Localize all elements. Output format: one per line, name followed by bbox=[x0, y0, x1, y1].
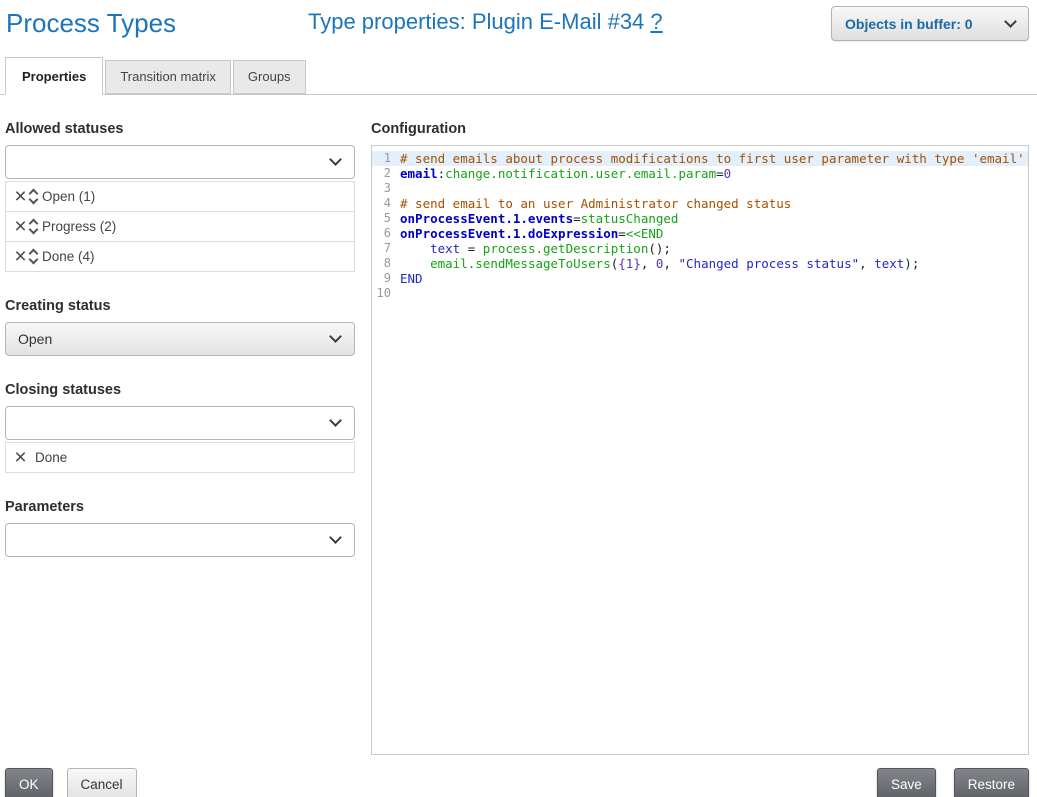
save-button[interactable]: Save bbox=[877, 768, 936, 797]
chevron-down-icon[interactable] bbox=[29, 195, 39, 205]
creating-status-value: Open bbox=[18, 331, 52, 347]
objects-in-buffer-label: Objects in buffer: 0 bbox=[845, 16, 973, 32]
code-text: email.sendMessageToUsers({1}, 0, "Change… bbox=[400, 256, 919, 271]
status-label: Open (1) bbox=[42, 189, 95, 204]
chevron-down-icon bbox=[329, 330, 342, 343]
code-line: 4# send email to an user Administrator c… bbox=[372, 196, 1028, 211]
remove-icon[interactable]: × bbox=[12, 218, 29, 236]
objects-in-buffer-dropdown[interactable]: Objects in buffer: 0 bbox=[831, 6, 1029, 41]
line-number: 2 bbox=[372, 166, 400, 181]
creating-status-select[interactable]: Open bbox=[5, 322, 355, 356]
line-number: 3 bbox=[372, 181, 400, 196]
sort-icon[interactable] bbox=[30, 250, 37, 263]
tab-groups[interactable]: Groups bbox=[233, 60, 306, 94]
footer: OK Cancel Save Restore bbox=[0, 768, 1037, 797]
code-text: email:change.notification.user.email.par… bbox=[400, 166, 731, 181]
line-number: 5 bbox=[372, 211, 400, 226]
help-link[interactable]: ? bbox=[650, 9, 662, 34]
code-text: # send emails about process modification… bbox=[400, 151, 1025, 166]
status-label: Done (4) bbox=[42, 249, 95, 264]
code-line: 10 bbox=[372, 286, 1028, 301]
code-line: 9END bbox=[372, 271, 1028, 286]
code-line: 8 email.sendMessageToUsers({1}, 0, "Chan… bbox=[372, 256, 1028, 271]
parameters-label: Parameters bbox=[5, 499, 355, 515]
status-list-item[interactable]: × Open (1) bbox=[6, 182, 354, 212]
allowed-statuses-list: × Open (1) × Progress (2) × Done (4) bbox=[5, 181, 355, 272]
configuration-column: Configuration 1# send emails about proce… bbox=[371, 95, 1029, 755]
closing-statuses-label: Closing statuses bbox=[5, 382, 355, 398]
line-number: 6 bbox=[372, 226, 400, 241]
line-number: 1 bbox=[372, 151, 400, 166]
status-label: Done bbox=[35, 450, 67, 465]
main-content: Allowed statuses ×Open (1)×Progress (2)×… bbox=[0, 95, 1037, 755]
form-column: Allowed statuses ×Open (1)×Progress (2)×… bbox=[5, 95, 355, 755]
line-number: 10 bbox=[372, 286, 400, 301]
code-text: END bbox=[400, 271, 423, 286]
type-properties-title: Type properties: Plugin E-Mail #34 ? bbox=[308, 9, 663, 35]
page-title: Process Types bbox=[6, 8, 176, 39]
code-line: 2email:change.notification.user.email.pa… bbox=[372, 166, 1028, 181]
code-line: 1# send emails about process modificatio… bbox=[372, 151, 1028, 166]
status-label: Progress (2) bbox=[42, 219, 116, 234]
line-number: 4 bbox=[372, 196, 400, 211]
parameters-select[interactable] bbox=[5, 523, 355, 557]
sort-icon[interactable] bbox=[30, 220, 37, 233]
configuration-code-editor[interactable]: 1# send emails about process modificatio… bbox=[371, 145, 1029, 755]
line-number: 7 bbox=[372, 241, 400, 256]
restore-button[interactable]: Restore bbox=[954, 768, 1029, 797]
chevron-down-icon bbox=[329, 414, 342, 427]
tab-bar: Properties Transition matrix Groups bbox=[0, 57, 1037, 95]
status-list-item[interactable]: × Done (4) bbox=[6, 242, 354, 272]
chevron-down-icon bbox=[329, 531, 342, 544]
footer-right-group: Save Restore bbox=[877, 768, 1029, 797]
remove-icon[interactable]: × bbox=[12, 188, 29, 206]
closing-statuses-list: × Done bbox=[5, 442, 355, 473]
line-number: 9 bbox=[372, 271, 400, 286]
allowed-statuses-select[interactable] bbox=[5, 145, 355, 179]
closing-statuses-select[interactable] bbox=[5, 406, 355, 440]
allowed-statuses-label: Allowed statuses bbox=[5, 121, 355, 137]
status-list-item[interactable]: × Progress (2) bbox=[6, 212, 354, 242]
chevron-down-icon bbox=[329, 153, 342, 166]
ok-button[interactable]: OK bbox=[5, 768, 53, 797]
chevron-down-icon[interactable] bbox=[29, 225, 39, 235]
remove-icon[interactable]: × bbox=[12, 248, 29, 266]
type-title-text: Type properties: Plugin E-Mail #34 bbox=[308, 9, 644, 34]
creating-status-label: Creating status bbox=[5, 298, 355, 314]
code-text: onProcessEvent.1.doExpression=<<END bbox=[400, 226, 663, 241]
sort-icon[interactable] bbox=[30, 190, 37, 203]
remove-icon[interactable]: × bbox=[12, 449, 29, 467]
code-line: 5onProcessEvent.1.events=statusChanged bbox=[372, 211, 1028, 226]
code-text: text = process.getDescription(); bbox=[400, 241, 671, 256]
line-number: 8 bbox=[372, 256, 400, 271]
tab-properties[interactable]: Properties bbox=[5, 57, 103, 95]
code-line: 6onProcessEvent.1.doExpression=<<END bbox=[372, 226, 1028, 241]
code-text: # send email to an user Administrator ch… bbox=[400, 196, 791, 211]
header: Process Types Type properties: Plugin E-… bbox=[0, 0, 1037, 56]
cancel-button[interactable]: Cancel bbox=[67, 768, 137, 797]
chevron-down-icon[interactable] bbox=[29, 255, 39, 265]
tab-transition-matrix[interactable]: Transition matrix bbox=[105, 60, 231, 94]
status-list-item[interactable]: × Done bbox=[6, 443, 354, 473]
code-line: 3 bbox=[372, 181, 1028, 196]
configuration-label: Configuration bbox=[371, 121, 1029, 137]
code-text: onProcessEvent.1.events=statusChanged bbox=[400, 211, 678, 226]
code-line: 7 text = process.getDescription(); bbox=[372, 241, 1028, 256]
chevron-down-icon bbox=[1004, 15, 1017, 28]
